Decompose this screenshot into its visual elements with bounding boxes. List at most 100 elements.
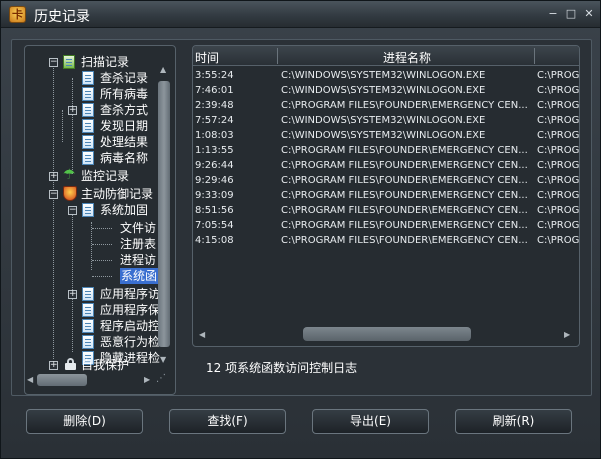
tree-node-label: 查杀方式 [100,103,149,117]
collapse-icon[interactable]: − [49,58,58,67]
tree-node-virus-name[interactable]: 病毒名称 [25,150,165,166]
tree-node-self-protect[interactable]: + 自我保护 [25,357,165,373]
tree-horizontal-scroll-thumb[interactable] [37,374,87,386]
table-row[interactable]: 1:08:03 C:\WINDOWS\SYSTEM32\WINLOGON.EXE… [193,129,579,143]
document-icon [82,119,94,133]
cell-time: 9:26:44 [195,160,234,171]
table-row[interactable]: 9:26:44 C:\PROGRAM FILES\FOUNDER\EMERGEN… [193,159,579,173]
scroll-left-arrow-icon[interactable]: ◀ [27,375,33,385]
document-icon [82,103,94,117]
tree-node-label: 文件访 [120,221,157,235]
scroll-right-arrow-icon[interactable]: ▶ [144,375,150,385]
tree-node-label: 处理结果 [100,135,149,149]
table-row[interactable]: 7:46:01 C:\WINDOWS\SYSTEM32\WINLOGON.EXE… [193,84,579,98]
tree-node-kill-records[interactable]: 查杀记录 [25,70,165,86]
expand-icon[interactable]: + [68,290,77,299]
shield-icon [63,186,77,201]
table-scroll-right-arrow-icon[interactable]: ▶ [564,330,570,340]
tree-node-registry[interactable]: 注册表 [25,236,165,252]
tree-node-app-access[interactable]: + 应用程序访 [25,286,165,302]
tree-node-system-function[interactable]: 系统函 [25,268,165,284]
window-title: 历史记录 [34,9,90,25]
tree-node-file-access[interactable]: 文件访 [25,220,165,236]
tree-node-label: 主动防御记录 [81,187,154,201]
table-row[interactable]: 9:33:09 C:\PROGRAM FILES\FOUNDER\EMERGEN… [193,189,579,203]
tree-node-malicious-behavior[interactable]: 恶意行为检 [25,334,165,350]
column-separator[interactable] [534,48,535,64]
table-row[interactable]: 1:13:55 C:\PROGRAM FILES\FOUNDER\EMERGEN… [193,144,579,158]
tree-node-label: 注册表 [120,237,157,251]
find-button[interactable]: 查找(F) [169,409,286,434]
app-logo-icon: 卡 [9,6,26,23]
tree-node-monitor-records[interactable]: + ☂ 监控记录 [25,168,165,184]
tree-node-active-defense[interactable]: − 主动防御记录 [25,186,165,202]
tree-node-label: 发现日期 [100,119,149,133]
export-button[interactable]: 导出(E) [312,409,429,434]
cell-path: C:\PROG [537,160,579,171]
document-icon [82,151,94,165]
scroll-up-arrow-icon[interactable]: ▲ [160,65,166,75]
tree-node-all-viruses[interactable]: 所有病毒 [25,86,165,102]
cell-path: C:\PROG [537,130,579,141]
table-row[interactable]: 4:15:08 C:\PROGRAM FILES\FOUNDER\EMERGEN… [193,234,579,248]
tree-node-label: 所有病毒 [100,87,149,101]
expand-icon[interactable]: + [49,361,58,370]
tree-node-handling-result[interactable]: 处理结果 [25,134,165,150]
cell-process: C:\PROGRAM FILES\FOUNDER\EMERGENCY CEN..… [281,205,528,216]
collapse-icon[interactable]: − [49,190,58,199]
tree-connector [92,276,112,277]
cell-time: 7:57:24 [195,115,234,126]
table-header: 时间 进程名称 [193,46,579,66]
delete-button[interactable]: 删除(D) [26,409,143,434]
column-separator[interactable] [277,48,278,64]
cell-process: C:\PROGRAM FILES\FOUNDER\EMERGENCY CEN..… [281,190,528,201]
tree-node-system-hardening[interactable]: − 系统加固 [25,202,165,218]
tree-node-label: 应用程序保 [100,303,161,317]
tree-connector [92,260,112,261]
column-header-process-name[interactable]: 进程名称 [383,49,431,66]
tree-node-label: 进程访 [120,253,157,267]
cell-path: C:\PROG [537,220,579,231]
tree-node-label: 系统加固 [100,203,149,217]
tree-node-kill-method[interactable]: + 查杀方式 [25,102,165,118]
tree-node-app-protect[interactable]: 应用程序保 [25,302,165,318]
expand-icon[interactable]: + [49,172,58,181]
tree-node-scan-records[interactable]: − 扫描记录 [25,54,165,70]
tree-node-label: 程序启动控 [100,319,161,333]
table-row[interactable]: 2:39:48 C:\PROGRAM FILES\FOUNDER\EMERGEN… [193,99,579,113]
refresh-button[interactable]: 刷新(R) [455,409,572,434]
collapse-icon[interactable]: − [68,206,77,215]
table-row[interactable]: 9:29:46 C:\PROGRAM FILES\FOUNDER\EMERGEN… [193,174,579,188]
tree-node-label: 应用程序访 [100,287,161,301]
table-row[interactable]: 3:55:24 C:\WINDOWS\SYSTEM32\WINLOGON.EXE… [193,69,579,83]
document-icon [82,303,94,317]
minimize-icon[interactable]: − [546,7,560,21]
tree-node-label: 查杀记录 [100,71,149,85]
table-scroll-left-arrow-icon[interactable]: ◀ [199,330,205,340]
document-icon [82,87,94,101]
tree-node-discovery-date[interactable]: 发现日期 [25,118,165,134]
cell-process: C:\PROGRAM FILES\FOUNDER\EMERGENCY CEN..… [281,100,528,111]
cell-path: C:\PROG [537,190,579,201]
cell-path: C:\PROG [537,145,579,156]
scroll-down-arrow-icon[interactable]: ▼ [160,355,166,365]
tree-node-label: 扫描记录 [81,55,130,69]
tree-node-label: 病毒名称 [100,151,149,165]
document-icon [82,135,94,149]
table-row[interactable]: 7:57:24 C:\WINDOWS\SYSTEM32\WINLOGON.EXE… [193,114,579,128]
table-horizontal-scroll-thumb[interactable] [303,327,471,341]
status-text: 12 项系统函数访问控制日志 [206,361,358,375]
maximize-icon[interactable]: □ [564,7,578,21]
tree-node-process-access[interactable]: 进程访 [25,252,165,268]
lock-icon [65,358,76,370]
table-row[interactable]: 8:51:56 C:\PROGRAM FILES\FOUNDER\EMERGEN… [193,204,579,218]
resize-grip-icon[interactable]: ⋰ [156,373,168,385]
column-header-time[interactable]: 时间 [195,49,219,66]
tree-vertical-scroll-thumb[interactable] [158,81,170,347]
title-bar[interactable]: 卡 历史记录 − □ ✕ [1,1,600,28]
close-icon[interactable]: ✕ [582,7,596,21]
table-row[interactable]: 7:05:54 C:\PROGRAM FILES\FOUNDER\EMERGEN… [193,219,579,233]
cell-time: 9:33:09 [195,190,234,201]
expand-icon[interactable]: + [68,106,77,115]
tree-node-startup-control[interactable]: 程序启动控 [25,318,165,334]
